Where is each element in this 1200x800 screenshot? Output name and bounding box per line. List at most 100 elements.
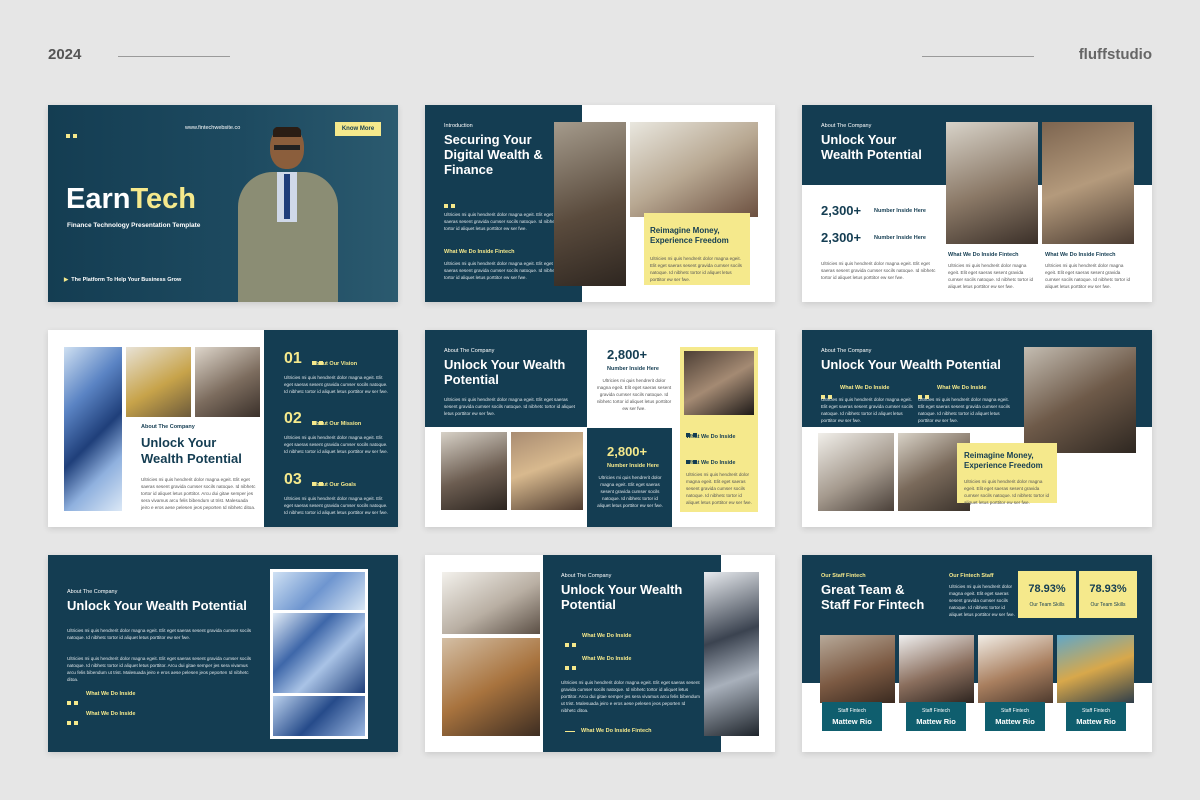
staff-photo-3 xyxy=(978,635,1053,703)
slide-vision-mission[interactable]: About The Company Unlock Your Wealth Pot… xyxy=(48,330,398,527)
mixed-stat-body-2: Ultricies mi quis hendrerit dolor magna … xyxy=(597,475,663,509)
staff-name-1: Mattew Rio xyxy=(832,717,872,726)
pct-value-2: 78.93% xyxy=(1089,583,1127,595)
staff-card-4: Staff Fintech Mattew Rio xyxy=(1066,702,1126,731)
vision-label: About The Company xyxy=(141,424,195,430)
building-item-1: What We Do Inside xyxy=(86,691,136,697)
brand-label: fluffstudio xyxy=(1078,46,1152,63)
whiteboard-meeting-photo xyxy=(818,433,894,511)
number-02: 02 xyxy=(284,410,302,427)
laptop-hands-photo xyxy=(684,351,754,415)
year-label: 2024 xyxy=(48,46,82,63)
building-strip-2 xyxy=(273,613,365,693)
decor-squares xyxy=(67,692,81,710)
decor-squares xyxy=(67,712,81,730)
stat-value-1: 2,300+ xyxy=(821,203,862,218)
skyscraper-photo xyxy=(704,572,759,736)
building-body-2: Ultricies mi quis hendrerit dolor magna … xyxy=(67,656,252,683)
building-title: Unlock Your Wealth Potential xyxy=(67,598,247,613)
staff-body: Ultricies mi quis hendrerit dolor magna … xyxy=(949,584,1015,618)
intro-body: Ultricies mi quis hendrerit dolor magna … xyxy=(444,212,559,232)
conference-photo xyxy=(442,572,540,634)
staff-role-1: Staff Fintech xyxy=(838,708,866,714)
mixed-stat-label-2: Number Inside Here xyxy=(607,463,659,469)
cover-title-tech: Tech xyxy=(130,183,197,215)
slide-potential-stats[interactable]: About The Company Unlock Your Wealth Pot… xyxy=(802,105,1152,302)
reimagine-item-body-1: Ultricies mi quis hendrerit dolor magna … xyxy=(821,397,913,424)
reimagine-label: About The Company xyxy=(821,348,872,354)
building-item-2: What We Do Inside xyxy=(86,711,136,717)
tablet-pair-photo xyxy=(1024,347,1136,453)
meeting-photo-2 xyxy=(1042,122,1134,244)
mixed-item-1: What We Do Inside xyxy=(686,434,736,440)
group-desk-photo xyxy=(441,432,507,510)
mixed-item-body: Ultricies mi quis hendrerit dolor magna … xyxy=(686,472,752,506)
cover-tagline-text: The Platform To Help Your Business Grow xyxy=(71,277,182,283)
header-divider-left xyxy=(118,56,230,57)
fintech-staff-label: Our Fintech Staff xyxy=(949,573,994,579)
staff-label: Our Staff Fintech xyxy=(821,573,866,579)
staff-photo-1 xyxy=(820,635,895,703)
pct-label-1: Our Team Skills xyxy=(1029,602,1065,608)
intro-section-label: What We Do Inside Fintech xyxy=(444,249,515,255)
building-strip-3 xyxy=(273,696,365,736)
mixed-item-2: What We Do Inside xyxy=(686,460,736,466)
cover-subtitle: Finance Technology Presentation Template xyxy=(67,222,201,229)
building-strip-1 xyxy=(273,572,365,610)
intro-callout-body: Ultricies mi quis hendrerit dolor magna … xyxy=(650,256,742,283)
slide-potential-building[interactable]: About The Company Unlock Your Wealth Pot… xyxy=(48,555,398,752)
staff-card-2: Staff Fintech Mattew Rio xyxy=(906,702,966,731)
staff-role-2: Staff Fintech xyxy=(922,708,950,714)
header-divider-right xyxy=(922,56,1034,57)
stat-label-2: Number Inside Here xyxy=(874,235,926,241)
mixed-stat-2: 2,800+ xyxy=(607,444,648,459)
play-icon: ▶ xyxy=(64,277,69,283)
mixed-stat-1: 2,800+ xyxy=(607,347,648,362)
slide-potential-mixed[interactable]: About The Company Unlock Your Wealth Pot… xyxy=(425,330,775,527)
businessman-photo xyxy=(233,127,343,302)
goals-item-label: About Our Goals xyxy=(312,482,356,488)
reimagine-item-2: What We Do Inside xyxy=(937,385,987,391)
staff-role-4: Staff Fintech xyxy=(1082,708,1110,714)
meeting-photo-1 xyxy=(946,122,1038,244)
pct-value-1: 78.93% xyxy=(1028,583,1066,595)
staff-name-2: Mattew Rio xyxy=(916,717,956,726)
team-item-1: What We Do Inside xyxy=(582,633,632,639)
col-heading-2: What We Do Inside Fintech xyxy=(1045,252,1116,258)
goals-item-body: Ultricies mi quis hendrerit dolor magna … xyxy=(284,496,388,516)
team-item-2: What We Do Inside xyxy=(582,656,632,662)
vision-title: Unlock Your Wealth Potential xyxy=(141,435,242,467)
team-title: Unlock Your Wealth Potential xyxy=(561,582,683,612)
staff-name-4: Mattew Rio xyxy=(1076,717,1116,726)
decor-squares xyxy=(66,125,80,143)
stat-label-1: Number Inside Here xyxy=(874,208,926,214)
intro-body-2: Ultricies mi quis hendrerit dolor magna … xyxy=(444,261,559,281)
team-footer: What We Do Inside Fintech xyxy=(581,728,652,734)
slide-staff[interactable]: Our Staff Fintech Great Team & Staff For… xyxy=(802,555,1152,752)
col-body-1: Ultricies mi quis hendrerit dolor magna … xyxy=(948,263,1034,290)
building-label: About The Company xyxy=(67,589,118,595)
reimagine-title: Unlock Your Wealth Potential xyxy=(821,357,1001,372)
coworking-photo xyxy=(511,432,583,510)
team-photo-1 xyxy=(126,347,191,417)
vision-body: Ultricies mi quis hendrerit dolor magna … xyxy=(141,477,256,511)
footer-dash xyxy=(565,731,575,732)
intro-label: Introduction xyxy=(444,123,473,129)
potential-label: About The Company xyxy=(821,123,872,129)
office-laptop-photo xyxy=(630,122,758,217)
mixed-body: Ultricies mi quis hendrerit dolor magna … xyxy=(444,397,575,417)
slide-cover[interactable]: www.fintechwebsite.co Know More EarnTech… xyxy=(48,105,398,302)
slide-intro[interactable]: Introduction Securing Your Digital Wealt… xyxy=(425,105,775,302)
reimagine-item-1: What We Do Inside xyxy=(840,385,890,391)
slide-reimagine[interactable]: About The Company Unlock Your Wealth Pot… xyxy=(802,330,1152,527)
reimagine-callout-box: Reimagine Money, Experience Freedom Ultr… xyxy=(957,443,1057,506)
reimagine-item-body-2: Ultricies mi quis hendrerit dolor magna … xyxy=(918,397,1010,424)
slide-potential-team[interactable]: About The Company Unlock Your Wealth Pot… xyxy=(425,555,775,752)
staff-photo-4 xyxy=(1057,635,1134,703)
intro-callout-title: Reimagine Money, Experience Freedom xyxy=(650,226,729,245)
mixed-yellow-column: What We Do Inside What We Do Inside Ultr… xyxy=(680,347,758,512)
team-photo-2 xyxy=(195,347,260,417)
pct-box-2: 78.93% Our Team Skills xyxy=(1079,571,1137,618)
potential-title: Unlock Your Wealth Potential xyxy=(821,132,922,162)
reimagine-callout-body: Ultricies mi quis hendrerit dolor magna … xyxy=(964,479,1050,506)
